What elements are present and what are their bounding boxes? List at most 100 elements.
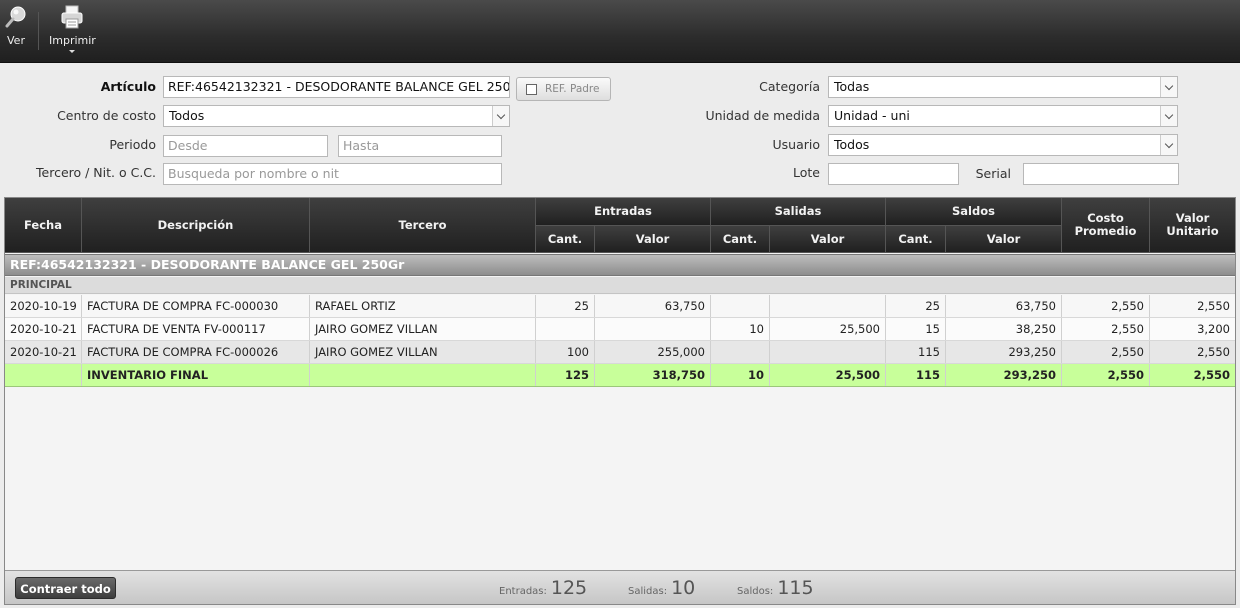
cell-costo-promedio: 2,550 [1062, 364, 1150, 386]
header-tercero[interactable]: Tercero [310, 198, 536, 253]
cell-saldos-valor: 293,250 [946, 364, 1062, 386]
chevron-down-icon[interactable] [1160, 77, 1177, 97]
desde-input[interactable]: Desde [163, 135, 328, 157]
cell-tercero: JAIRO GOMEZ VILLAN [310, 341, 536, 363]
cell-descripcion: INVENTARIO FINAL [82, 364, 310, 386]
print-label: Imprimir [49, 34, 96, 47]
header-fecha[interactable]: Fecha [5, 198, 82, 253]
cell-valor-unitario: 2,550 [1197, 299, 1230, 313]
view-button[interactable]: Ver [4, 4, 28, 47]
serial-input[interactable] [1023, 163, 1179, 185]
cell-salidas-valor [770, 341, 886, 363]
summary-salidas-label: Salidas: [628, 586, 668, 597]
header-descripcion[interactable]: Descripción [82, 198, 310, 253]
cell-valor-unitario: 3,200 [1197, 322, 1230, 336]
hasta-input[interactable]: Hasta [338, 135, 502, 157]
usuario-value: Todos [834, 137, 870, 152]
header-costo-promedio[interactable]: Costo Promedio [1062, 198, 1150, 253]
cell-salidas-cant [711, 341, 770, 363]
centro-costo-value: Todos [169, 108, 205, 123]
summary-entradas-label: Entradas: [499, 586, 547, 597]
header-saldos-valor[interactable]: Valor [946, 226, 1062, 253]
summary-saldos: Saldos: 115 [737, 577, 814, 599]
tercero-search-input[interactable]: Busqueda por nombre o nit [163, 163, 502, 185]
cell-saldos-cant: 25 [886, 295, 946, 317]
centro-costo-select[interactable]: Todos [163, 105, 510, 127]
cell-saldos-valor: 38,250 [946, 318, 1062, 340]
cell-saldos-cant: 115 [886, 341, 946, 363]
cell-fecha: 2020-10-21 [5, 341, 82, 363]
cell-descripcion: FACTURA DE VENTA FV-000117 [82, 318, 310, 340]
cell-entradas-cant: 100 [536, 341, 595, 363]
centro-costo-label: Centro de costo [57, 108, 156, 123]
cell-descripcion: FACTURA DE COMPRA FC-000026 [82, 341, 310, 363]
usuario-select[interactable]: Todos [828, 134, 1178, 156]
chevron-down-icon[interactable] [492, 106, 509, 126]
summary-saldos-label: Saldos: [737, 586, 774, 597]
summary-entradas: Entradas: 125 [499, 577, 587, 599]
cell-entradas-cant [536, 318, 595, 340]
table-row[interactable]: 2020-10-21 FACTURA DE VENTA FV-000117 JA… [5, 318, 1235, 341]
header-salidas-cant[interactable]: Cant. [711, 226, 770, 253]
header-saldos: Saldos [886, 198, 1062, 226]
cell-entradas-cant: 25 [536, 295, 595, 317]
cell-fecha: 2020-10-21 [5, 318, 82, 340]
chevron-down-icon[interactable] [1160, 106, 1177, 126]
chevron-down-icon[interactable] [69, 50, 76, 53]
ref-padre-toggle[interactable]: REF. Padre [516, 77, 611, 101]
cell-valor-unitario: 2,550 [1193, 368, 1230, 382]
cell-entradas-valor: 63,750 [595, 295, 711, 317]
articulo-input[interactable]: REF:46542132321 - DESODORANTE BALANCE GE… [163, 76, 510, 98]
cell-entradas-valor [595, 318, 711, 340]
articulo-label: Artículo [100, 79, 156, 94]
cell-entradas-valor: 255,000 [595, 341, 711, 363]
summary-entradas-value: 125 [550, 577, 588, 599]
header-salidas: Salidas [711, 198, 886, 226]
periodo-label: Periodo [109, 137, 156, 152]
header-entradas-valor[interactable]: Valor [595, 226, 711, 253]
print-button[interactable]: Imprimir [49, 4, 96, 53]
kardex-grid: Fecha Descripción Tercero Entradas Salid… [4, 197, 1236, 605]
cell-descripcion: FACTURA DE COMPRA FC-000030 [82, 295, 310, 317]
summary-salidas: Salidas: 10 [628, 577, 695, 599]
table-row[interactable]: 2020-10-19 FACTURA DE COMPRA FC-000030 R… [5, 295, 1235, 318]
categoria-label: Categoría [759, 79, 820, 94]
header-valor-unitario[interactable]: Valor Unitario [1150, 198, 1235, 253]
summary-saldos-value: 115 [777, 577, 814, 599]
cell-costo-promedio: 2,550 [1062, 318, 1150, 340]
cell-fecha [5, 364, 82, 386]
toolbar-separator [38, 12, 39, 50]
cell-valor-unitario: 2,550 [1197, 345, 1230, 359]
cell-tercero: JAIRO GOMEZ VILLAN [310, 318, 536, 340]
cell-salidas-valor: 25,500 [770, 318, 886, 340]
table-row-total[interactable]: INVENTARIO FINAL 125 318,750 10 25,500 1… [5, 364, 1235, 387]
cell-fecha: 2020-10-19 [5, 295, 82, 317]
cell-entradas-cant: 125 [536, 364, 595, 386]
cell-entradas-valor: 318,750 [595, 364, 711, 386]
cell-salidas-valor: 25,500 [770, 364, 886, 386]
view-label: Ver [7, 34, 25, 47]
unidad-medida-select[interactable]: Unidad - uni [828, 105, 1178, 127]
lote-input[interactable] [828, 163, 959, 185]
chevron-down-icon[interactable] [1160, 135, 1177, 155]
categoria-select[interactable]: Todas [828, 76, 1178, 98]
collapse-all-button[interactable]: Contraer todo [15, 577, 116, 599]
cell-saldos-valor: 63,750 [946, 295, 1062, 317]
cell-saldos-cant: 15 [886, 318, 946, 340]
cell-salidas-cant [711, 295, 770, 317]
usuario-label: Usuario [772, 137, 820, 152]
header-salidas-valor[interactable]: Valor [770, 226, 886, 253]
header-saldos-cant[interactable]: Cant. [886, 226, 946, 253]
header-entradas-cant[interactable]: Cant. [536, 226, 595, 253]
header-entradas: Entradas [536, 198, 711, 226]
cell-tercero: RAFAEL ORTIZ [310, 295, 536, 317]
ref-padre-checkbox[interactable] [526, 83, 537, 95]
group-row-principal[interactable]: PRINCIPAL [5, 277, 1235, 294]
lote-label: Lote [793, 165, 820, 180]
toolbar: Ver Imprimir [0, 0, 1240, 63]
cell-tercero [310, 364, 536, 386]
cell-costo-promedio: 2,550 [1062, 341, 1150, 363]
table-row[interactable]: 2020-10-21 FACTURA DE COMPRA FC-000026 J… [5, 341, 1235, 364]
group-row-article[interactable]: REF:46542132321 - DESODORANTE BALANCE GE… [5, 254, 1235, 276]
cell-salidas-valor [770, 295, 886, 317]
